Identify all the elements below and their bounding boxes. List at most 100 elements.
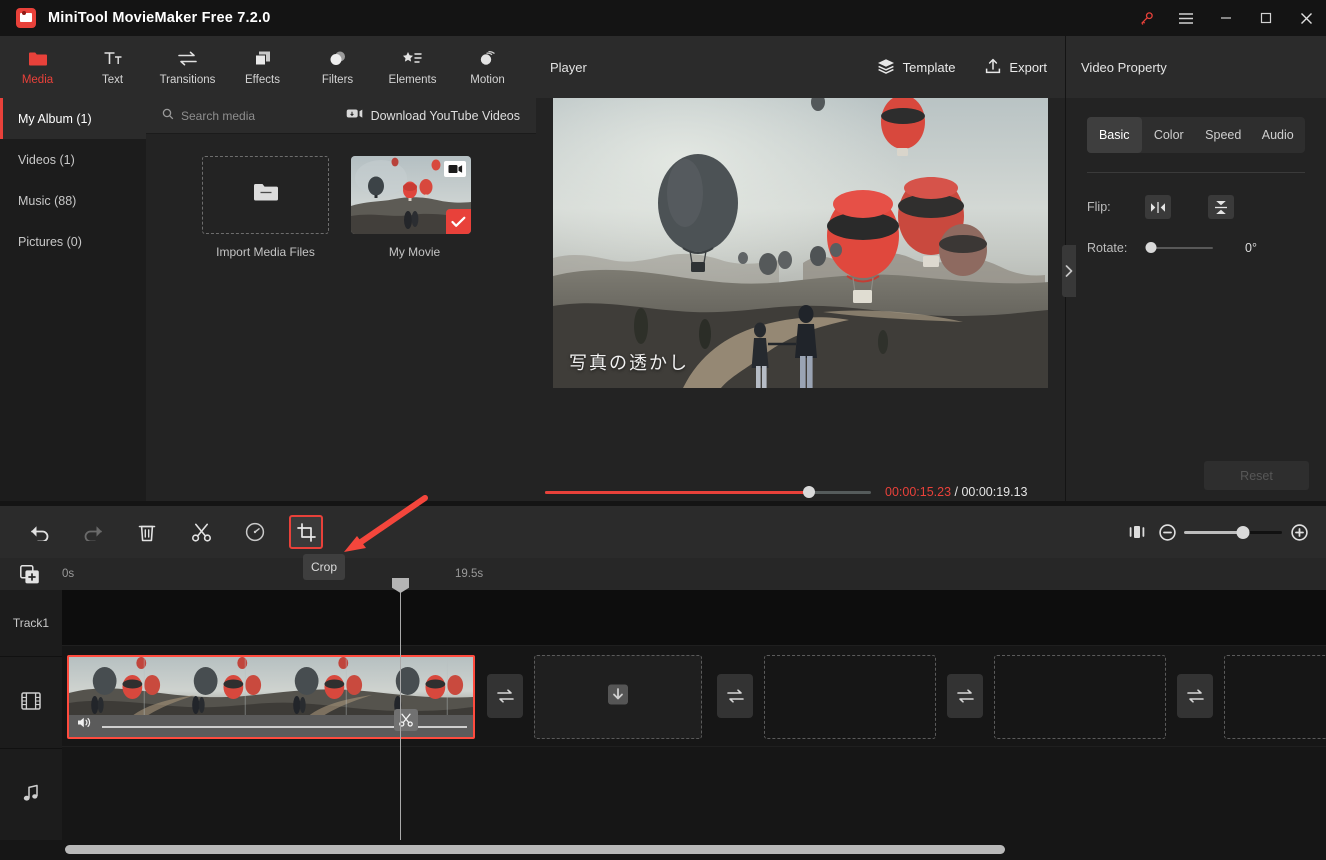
import-media-tile[interactable] <box>202 156 329 234</box>
media-item[interactable]: My Movie <box>351 156 478 259</box>
export-button[interactable]: Export <box>985 58 1047 77</box>
zoom-handle[interactable] <box>1236 525 1250 539</box>
rotate-slider[interactable] <box>1145 242 1213 254</box>
transition-slot-button[interactable] <box>1177 674 1213 718</box>
ruler-tick: 19.5s <box>455 568 484 580</box>
template-label: Template <box>902 59 956 75</box>
zoom-slider[interactable] <box>1184 525 1282 539</box>
progress-handle[interactable] <box>803 486 816 498</box>
tab-audio[interactable]: Audio <box>1251 117 1306 153</box>
transition-slot-button[interactable] <box>717 674 753 718</box>
minimize-icon[interactable] <box>1206 0 1246 36</box>
player-title: Player <box>550 59 587 75</box>
progress-slider[interactable] <box>545 486 871 498</box>
sidebar-item-my-album[interactable]: My Album (1) <box>0 98 146 139</box>
rotate-label: Rotate: <box>1087 241 1128 255</box>
rotate-handle[interactable] <box>1145 242 1157 254</box>
download-youtube-button[interactable]: Download YouTube Videos <box>346 107 520 125</box>
selected-check-icon <box>446 209 471 234</box>
undo-button[interactable] <box>19 516 59 548</box>
nav-item-effects[interactable]: Effects <box>225 36 300 98</box>
transitions-icon <box>177 49 198 69</box>
video-track-header[interactable] <box>0 657 62 749</box>
empty-media-slot[interactable] <box>534 655 702 739</box>
property-header: Video Property <box>1066 36 1326 98</box>
sidebar-item-music[interactable]: Music (88) <box>0 180 146 221</box>
zoom-in-button[interactable] <box>1284 516 1314 548</box>
template-icon <box>877 58 895 77</box>
clip-mute-icon[interactable] <box>77 716 92 734</box>
audio-track-header[interactable] <box>0 749 62 841</box>
menu-icon[interactable] <box>1166 0 1206 36</box>
maximize-icon[interactable] <box>1246 0 1286 36</box>
sidebar-item-label: Music (88) <box>18 193 77 208</box>
nav-item-filters[interactable]: Filters <box>300 36 375 98</box>
nav-item-transitions[interactable]: Transitions <box>150 36 225 98</box>
flip-row: Flip: <box>1087 195 1326 219</box>
search-input[interactable]: Search media <box>162 107 255 125</box>
nav-label: Media <box>21 73 54 86</box>
tab-basic[interactable]: Basic <box>1087 117 1142 153</box>
zoom-out-button[interactable] <box>1152 516 1182 548</box>
transition-slot-button[interactable] <box>487 674 523 718</box>
media-panel: Search media Download YouTube Videos Imp… <box>146 98 536 501</box>
timeline-lane-audio[interactable] <box>62 746 1326 840</box>
reset-button[interactable]: Reset <box>1204 461 1309 490</box>
nav-label: Text <box>101 73 124 86</box>
split-button[interactable] <box>181 516 221 548</box>
speed-button[interactable] <box>235 516 275 548</box>
rotate-row: Rotate: 0° <box>1087 241 1326 255</box>
media-thumbnail[interactable] <box>351 156 471 234</box>
timeline-track-headers: Track1 <box>0 590 62 841</box>
nav-item-text[interactable]: Text <box>75 36 150 98</box>
nav-item-motion[interactable]: Motion <box>450 36 525 98</box>
close-icon[interactable] <box>1286 0 1326 36</box>
sidebar-item-label: My Album (1) <box>18 111 92 126</box>
empty-media-slot[interactable] <box>1224 655 1326 739</box>
time-separator: / <box>951 485 962 499</box>
total-time: 00:00:19.13 <box>961 485 1028 499</box>
media-grid: Import Media Files My Movie <box>146 134 536 259</box>
video-preview[interactable]: 写真の透かし <box>553 98 1048 388</box>
sidebar-item-label: Pictures (0) <box>18 234 82 249</box>
transition-slot-button[interactable] <box>947 674 983 718</box>
delete-button[interactable] <box>127 516 167 548</box>
tab-speed[interactable]: Speed <box>1196 117 1251 153</box>
template-button[interactable]: Template <box>877 58 956 77</box>
collapse-panel-button[interactable] <box>1062 245 1076 297</box>
nav-item-elements[interactable]: Elements <box>375 36 450 98</box>
film-icon <box>21 692 41 713</box>
youtube-download-icon <box>346 107 363 125</box>
effects-icon <box>253 49 273 69</box>
add-track-button[interactable] <box>20 564 40 584</box>
time-display: 00:00:15.23 / 00:00:19.13 <box>885 485 1028 499</box>
download-youtube-label: Download YouTube Videos <box>370 108 520 123</box>
key-icon[interactable] <box>1126 0 1166 36</box>
ruler-tick: 0s <box>62 568 75 580</box>
media-item-label: My Movie <box>388 245 441 259</box>
sidebar-item-videos[interactable]: Videos (1) <box>0 139 146 180</box>
sidebar-item-pictures[interactable]: Pictures (0) <box>0 221 146 262</box>
tab-label: Audio <box>1261 128 1294 142</box>
progress-fill <box>545 490 810 494</box>
property-divider <box>1087 172 1305 173</box>
horizontal-scrollbar[interactable] <box>65 845 1005 854</box>
flip-vertical-button[interactable] <box>1208 195 1234 219</box>
crop-tooltip: Crop <box>303 554 345 580</box>
nav-item-media[interactable]: Media <box>0 36 75 98</box>
timeline-lane-video[interactable] <box>62 646 1326 746</box>
flip-horizontal-button[interactable] <box>1145 195 1171 219</box>
import-media-cell[interactable]: Import Media Files <box>202 156 329 259</box>
empty-media-slot[interactable] <box>994 655 1166 739</box>
tab-color[interactable]: Color <box>1142 117 1197 153</box>
empty-media-slot[interactable] <box>764 655 936 739</box>
timeline-playhead[interactable] <box>392 578 409 840</box>
split-at-playhead-button[interactable] <box>394 709 418 731</box>
crop-button[interactable] <box>289 515 323 549</box>
timeline-lane-track1[interactable] <box>62 590 1326 646</box>
redo-button[interactable] <box>73 516 113 548</box>
fit-timeline-icon[interactable] <box>1122 516 1152 548</box>
nav-label: Transitions <box>159 73 216 86</box>
folder-add-icon <box>252 181 280 209</box>
nav-label: Elements <box>388 73 437 86</box>
